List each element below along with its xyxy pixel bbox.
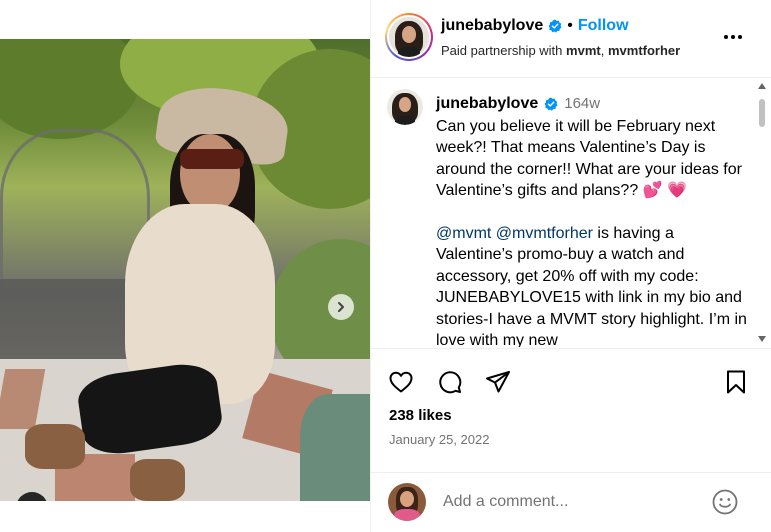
share-icon[interactable] <box>484 368 512 396</box>
caption-scroll-area[interactable]: junebabylove 164w Can you believe it wil… <box>371 79 771 347</box>
scroll-thumb[interactable] <box>759 99 765 127</box>
more-options-icon[interactable] <box>724 30 750 44</box>
verified-badge-icon <box>548 19 562 33</box>
two-hearts-emoji: 💕 <box>642 182 663 199</box>
partnership-prefix: Paid partnership with <box>441 43 563 58</box>
emoji-icon[interactable] <box>711 488 739 516</box>
author-avatar[interactable] <box>385 13 433 61</box>
boot <box>25 424 85 469</box>
user-tag-icon <box>24 500 40 501</box>
comment-composer <box>371 475 771 532</box>
viewer-avatar <box>388 483 426 521</box>
bookmark-icon[interactable] <box>722 368 750 396</box>
caption: junebabylove 164w Can you believe it wil… <box>436 93 754 347</box>
caption-username[interactable]: junebabylove <box>436 93 538 115</box>
partner-separator: , <box>600 43 605 58</box>
post-photo[interactable] <box>0 39 370 501</box>
post-media <box>0 0 370 532</box>
avatar-image <box>389 17 429 57</box>
action-bar <box>371 364 771 398</box>
comment-icon[interactable] <box>436 368 464 396</box>
like-count[interactable]: 238 likes <box>389 407 452 424</box>
author-row: junebabylove • Follow <box>441 17 629 35</box>
paid-partnership-label: Paid partnership with mvmt, mvmtforher <box>441 43 680 58</box>
divider <box>371 348 771 349</box>
sunglasses <box>180 149 244 169</box>
comment-input[interactable] <box>443 490 693 514</box>
growing-heart-emoji: 💗 <box>667 182 687 199</box>
scroll-up-arrow-icon[interactable] <box>758 83 766 89</box>
caption-paragraph-2: @mvmt @mvmtforher is having a Valentine’… <box>436 223 754 348</box>
divider <box>371 472 771 473</box>
partner-link-mvmt[interactable]: mvmt <box>566 43 601 58</box>
face <box>180 134 240 214</box>
chevron-right-icon <box>338 302 344 312</box>
post-header: junebabylove • Follow Paid partnership w… <box>371 0 771 78</box>
heart-icon[interactable] <box>387 368 415 396</box>
follow-button[interactable]: Follow <box>578 17 629 35</box>
caption-text: is having a Valentine’s promo-buy a watc… <box>436 224 747 348</box>
partner-link-mvmtforher[interactable]: mvmtforher <box>608 43 680 58</box>
caption-paragraph-1: Can you believe it will be February next… <box>436 116 754 202</box>
caption-avatar[interactable] <box>387 89 423 125</box>
mention-mvmtforher[interactable]: @mvmtforher <box>496 225 593 242</box>
mention-mvmt[interactable]: @mvmt <box>436 225 491 242</box>
foliage <box>0 39 140 139</box>
next-photo-button[interactable] <box>328 294 354 320</box>
scroll-down-arrow-icon[interactable] <box>758 336 766 342</box>
verified-badge-icon <box>544 97 558 111</box>
boot <box>130 459 185 501</box>
author-username[interactable]: junebabylove <box>441 17 543 35</box>
post-date[interactable]: January 25, 2022 <box>389 432 489 447</box>
caption-scrollbar[interactable] <box>755 79 769 347</box>
succulents <box>300 394 370 501</box>
post-age[interactable]: 164w <box>564 93 600 115</box>
separator-dot: • <box>567 17 573 34</box>
caption-text: Can you believe it will be February next… <box>436 117 742 200</box>
post-details: junebabylove • Follow Paid partnership w… <box>371 0 771 532</box>
